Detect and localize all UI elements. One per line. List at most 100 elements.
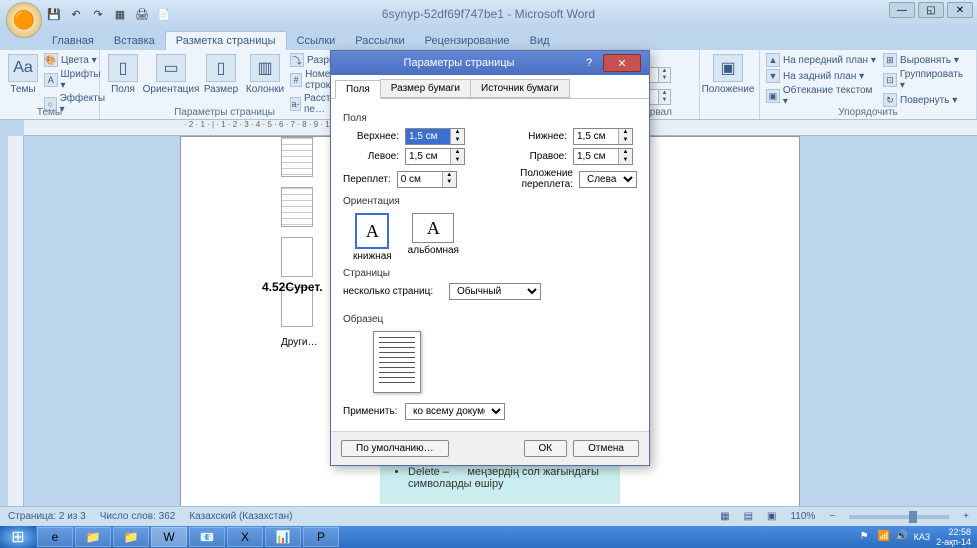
group-button[interactable]: ⊡Группировать ▾	[883, 68, 970, 92]
zoom-slider[interactable]	[849, 515, 949, 519]
maximize-button[interactable]: ◱	[918, 2, 944, 18]
themes-label: Темы	[10, 84, 35, 95]
qat-new[interactable]: 📄	[154, 4, 174, 24]
status-page[interactable]: Страница: 2 из 3	[8, 511, 86, 522]
apply-to-label: Применить:	[343, 406, 399, 417]
tray-flag-icon[interactable]: ⚑	[860, 531, 872, 543]
dialog-tab-source[interactable]: Источник бумаги	[470, 79, 570, 98]
back-icon: ▼	[766, 69, 780, 83]
align-button[interactable]: ⊞Выровнять ▾	[883, 52, 970, 68]
send-back-button[interactable]: ▼На задний план ▾	[766, 68, 879, 84]
tb-word[interactable]: W	[151, 527, 187, 547]
gutter-pos-select[interactable]: Слева	[579, 171, 637, 188]
spin-up-icon[interactable]: ▲	[451, 129, 464, 137]
qat-table[interactable]: ▦	[110, 4, 130, 24]
ruler-vertical[interactable]	[8, 136, 24, 506]
close-button[interactable]: ✕	[947, 2, 973, 18]
orientation-label: Ориентация	[143, 84, 200, 95]
left-margin-spin[interactable]: ▲▼	[405, 148, 465, 165]
tab-page-layout[interactable]: Разметка страницы	[165, 31, 287, 50]
office-button[interactable]: 🟠	[6, 2, 42, 38]
portrait-label: книжная	[353, 251, 392, 262]
default-button[interactable]: По умолчанию…	[341, 440, 449, 457]
orientation-landscape[interactable]: A альбомная	[408, 213, 459, 262]
start-button[interactable]: ⊞	[0, 526, 36, 548]
qat-redo[interactable]: ↷	[88, 4, 108, 24]
tab-home[interactable]: Главная	[42, 32, 104, 50]
multipage-select[interactable]: Обычный	[449, 283, 541, 300]
dialog-help-button[interactable]: ?	[579, 57, 599, 69]
thumb-1[interactable]	[281, 137, 313, 177]
fonts-icon: A	[44, 73, 58, 87]
top-margin-spin[interactable]: ▲▼	[405, 128, 465, 145]
minimize-button[interactable]: —	[889, 2, 915, 18]
qat-save[interactable]: 💾	[44, 4, 64, 24]
view-print-icon[interactable]: ▦	[720, 511, 729, 522]
gutter-input[interactable]	[398, 172, 442, 187]
tb-outlook[interactable]: 📧	[189, 527, 225, 547]
position-button[interactable]: ▣Положение	[706, 52, 750, 97]
columns-button[interactable]: ▥Колонки	[244, 52, 286, 97]
bring-front-button[interactable]: ▲На передний план ▾	[766, 52, 879, 68]
left-margin-input[interactable]	[406, 149, 450, 164]
themes-icon: Aa	[8, 54, 38, 82]
apply-to-select[interactable]: ко всему документу	[405, 403, 505, 420]
tb-explorer[interactable]: 📁	[75, 527, 111, 547]
bottom-margin-spin[interactable]: ▲▼	[573, 128, 633, 145]
zoom-slider-thumb[interactable]	[909, 511, 917, 523]
thumb-2[interactable]	[281, 187, 313, 227]
tb-excel[interactable]: X	[227, 527, 263, 547]
view-web-icon[interactable]: ▣	[767, 511, 776, 522]
tab-mailings[interactable]: Рассылки	[345, 32, 414, 50]
colors-button[interactable]: 🎨Цвета ▾	[44, 52, 106, 68]
tray-date[interactable]: 2-ақп-14	[936, 537, 971, 547]
status-words[interactable]: Число слов: 362	[100, 511, 176, 522]
dialog-titlebar[interactable]: Параметры страницы ? ✕	[331, 51, 649, 75]
thumb-other[interactable]: Други…	[281, 337, 317, 348]
bottom-margin-input[interactable]	[574, 129, 618, 144]
tab-references[interactable]: Ссылки	[287, 32, 346, 50]
tb-folder[interactable]: 📁	[113, 527, 149, 547]
zoom-in-button[interactable]: +	[963, 511, 969, 522]
tray-volume-icon[interactable]: 🔊	[896, 531, 908, 543]
qat-print[interactable]: 🖨	[132, 4, 152, 24]
thumb-3[interactable]	[281, 237, 313, 277]
right-margin-spin[interactable]: ▲▼	[573, 148, 633, 165]
ok-button[interactable]: ОК	[524, 440, 568, 457]
top-margin-input[interactable]	[406, 129, 450, 144]
status-lang[interactable]: Казахский (Казахстан)	[189, 511, 292, 522]
qat-undo[interactable]: ↶	[66, 4, 86, 24]
columns-label: Колонки	[246, 84, 284, 95]
zoom-percent[interactable]: 110%	[790, 511, 815, 522]
themes-button[interactable]: Aa Темы	[6, 52, 40, 97]
tab-view[interactable]: Вид	[520, 32, 560, 50]
orientation-portrait[interactable]: A книжная	[353, 213, 392, 262]
gutter-spin[interactable]: ▲▼	[397, 171, 457, 188]
cancel-button[interactable]: Отмена	[573, 440, 639, 457]
tb-ppt[interactable]: P	[303, 527, 339, 547]
tray-lang[interactable]: КАЗ	[914, 532, 931, 542]
right-margin-input[interactable]	[574, 149, 618, 164]
office-icon: 🟠	[13, 10, 35, 31]
tray-network-icon[interactable]: 📶	[878, 531, 890, 543]
tb-chart[interactable]: 📊	[265, 527, 301, 547]
tab-insert[interactable]: Вставка	[104, 32, 165, 50]
spin-down-icon[interactable]: ▼	[451, 137, 464, 145]
zoom-out-button[interactable]: −	[829, 511, 835, 522]
tray-time[interactable]: 22:58	[936, 527, 971, 537]
group-themes-label: Темы	[0, 107, 99, 118]
dialog-tab-paper[interactable]: Размер бумаги	[380, 79, 471, 98]
text-wrap-button[interactable]: ▣Обтекание текстом ▾	[766, 84, 879, 108]
dialog-tab-margins[interactable]: Поля	[335, 80, 381, 99]
group-arrange: ▲На передний план ▾ ▼На задний план ▾ ▣О…	[760, 50, 977, 119]
size-button[interactable]: ▯Размер	[202, 52, 240, 97]
tb-ie[interactable]: e	[37, 527, 73, 547]
dialog-close-button[interactable]: ✕	[603, 54, 641, 72]
rotate-button[interactable]: ↻Повернуть ▾	[883, 92, 970, 108]
margins-button[interactable]: ▯Поля	[106, 52, 140, 97]
fonts-button[interactable]: AШрифты ▾	[44, 68, 106, 92]
orientation-button[interactable]: ▭Ориентация	[144, 52, 198, 97]
view-read-icon[interactable]: ▤	[744, 511, 753, 522]
window-title: 6synyp-52df69f747be1 - Microsoft Word	[382, 7, 595, 21]
tab-review[interactable]: Рецензирование	[415, 32, 520, 50]
